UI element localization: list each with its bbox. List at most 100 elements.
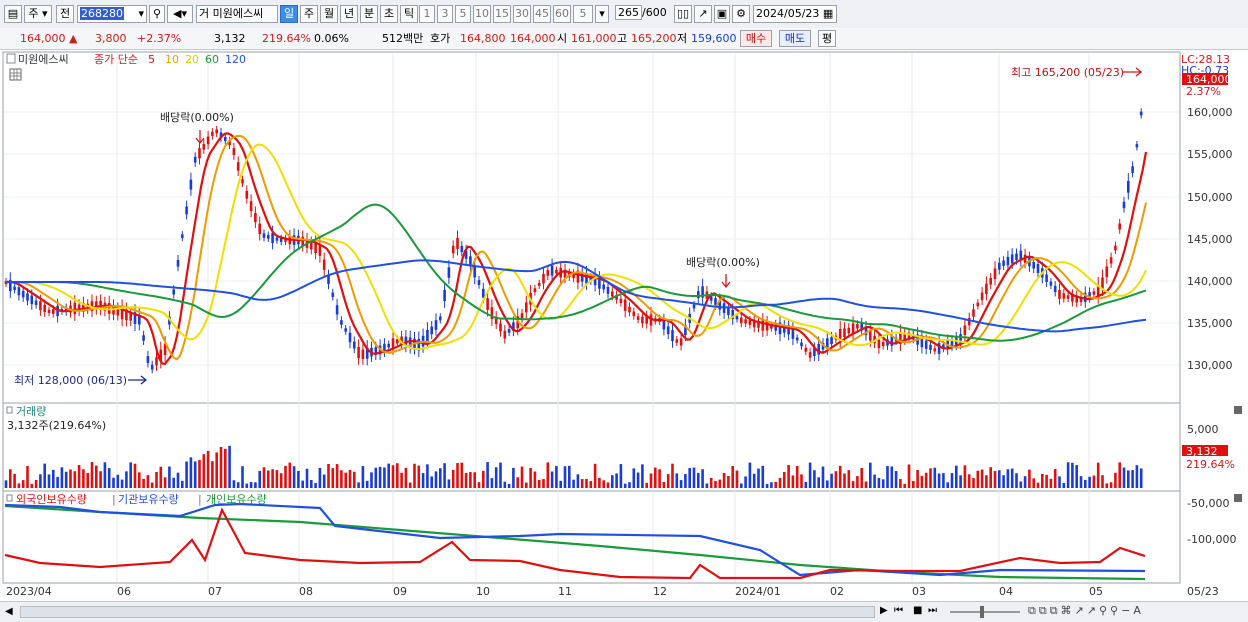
volume-bar xyxy=(542,479,545,488)
horizontal-scrollbar[interactable]: ◀ ▶ ⏮ ■ ⏭ ⧉⧉⧉⌘↗↗⚲⚲−A xyxy=(0,601,1248,622)
drawing-tool-icon[interactable]: ↗ xyxy=(694,5,712,23)
candle-body xyxy=(985,283,988,295)
candle-body xyxy=(602,284,605,290)
candle-body xyxy=(47,309,51,313)
date-input[interactable]: 2024/05/23 ▦ xyxy=(753,5,837,23)
scroll-first-icon[interactable]: ⏮ xyxy=(894,605,903,616)
volume-bar xyxy=(460,462,464,488)
search-icon[interactable]: ⚲ xyxy=(149,5,165,23)
interval-dropdown-icon[interactable]: ▾ xyxy=(595,5,609,23)
count-display[interactable]: 265/600 xyxy=(613,5,667,23)
candle-body xyxy=(232,148,236,156)
period-tick-tab[interactable]: 틱 xyxy=(400,5,418,23)
prev-button[interactable]: 전 xyxy=(56,5,74,23)
volume-bar xyxy=(202,454,206,488)
candle-body xyxy=(851,323,855,334)
interval-3-button[interactable]: 3 xyxy=(437,5,453,23)
scroll-left-icon[interactable]: ◀ xyxy=(5,606,13,617)
date-value: 2024/05/23 xyxy=(756,7,820,20)
volume-bar xyxy=(817,477,820,488)
period-month-tab[interactable]: 월 xyxy=(320,5,338,23)
candle-body xyxy=(507,329,511,333)
volume-bar xyxy=(469,472,472,488)
candle-body xyxy=(963,325,967,336)
scrollbar-track[interactable] xyxy=(20,606,875,618)
volume-legend-icon[interactable] xyxy=(6,406,13,414)
period-minute-tab[interactable]: 분 xyxy=(360,5,378,23)
volume-bar xyxy=(374,467,378,488)
zoom-slider[interactable] xyxy=(950,611,1020,613)
dividend-annotation-2: 배당락(0.00%) xyxy=(686,256,760,269)
volume-bar xyxy=(529,467,532,488)
settings-gear-icon[interactable]: ⚙ xyxy=(732,5,750,23)
x-label-08: 08 xyxy=(299,585,313,598)
chart-menu-icon[interactable]: ▤ xyxy=(4,5,22,23)
stock-code-input[interactable]: 268280 ▾ xyxy=(77,5,147,23)
volume-bar xyxy=(903,483,906,488)
grid-table-icon[interactable] xyxy=(9,68,22,81)
change-percent: +2.37% xyxy=(137,32,182,45)
volume-bar xyxy=(1036,482,1040,488)
volume-bar xyxy=(228,445,231,488)
candle-body xyxy=(1114,245,1117,251)
period-day-tab[interactable]: 일 xyxy=(280,5,298,23)
save-icon[interactable]: ▣ xyxy=(714,5,730,23)
chart-area[interactable]: 미원에스씨 종가 단순 5 10 20 60 120 LC:28.13 HC:-… xyxy=(0,50,1248,601)
period-type-select[interactable]: 주 ▾ xyxy=(24,5,52,23)
volume-bar xyxy=(598,477,601,488)
period-year-tab[interactable]: 년 xyxy=(340,5,358,23)
interval-10-button[interactable]: 10 xyxy=(473,5,491,23)
volume-bar xyxy=(740,483,743,488)
bottom-tool-icons[interactable]: ⧉⧉⧉⌘↗↗⚲⚲−A xyxy=(1028,604,1144,618)
interval-60-button[interactable]: 60 xyxy=(553,5,571,23)
holdings-panel-close-icon[interactable] xyxy=(1234,494,1242,502)
speaker-icon[interactable]: ◀▾ xyxy=(167,5,193,23)
candle-body xyxy=(224,137,227,142)
scroll-last-icon[interactable]: ⏭ xyxy=(928,605,937,616)
candle-type-icon[interactable]: ▯▯ xyxy=(674,5,692,23)
candle-body xyxy=(21,290,25,298)
zoom-slider-handle[interactable] xyxy=(980,606,984,618)
volume-bar xyxy=(288,462,292,488)
legend-ma-20: 20 xyxy=(185,53,199,66)
up-triangle-icon: ▲ xyxy=(69,32,78,45)
volume-bar xyxy=(1049,478,1053,488)
interval-45-button[interactable]: 45 xyxy=(533,5,551,23)
volume-bar xyxy=(679,480,683,488)
buy-button[interactable]: 매수 xyxy=(740,30,772,47)
legend-toggle-icon[interactable] xyxy=(6,53,16,64)
interval-input[interactable]: 5 xyxy=(573,5,593,23)
average-button[interactable]: 평 xyxy=(818,30,836,47)
legend-stock-name: 미원에스씨 xyxy=(18,53,69,66)
sell-button[interactable]: 매도 xyxy=(779,30,811,47)
volume-bar xyxy=(417,465,421,488)
stop-icon[interactable]: ■ xyxy=(913,605,922,616)
candle-body xyxy=(245,190,249,199)
volume-panel-close-icon[interactable] xyxy=(1234,406,1242,414)
interval-1-button[interactable]: 1 xyxy=(419,5,435,23)
ask-value: 164,000 xyxy=(510,32,556,45)
candle-body xyxy=(357,346,360,359)
volume-bar xyxy=(623,483,627,488)
candle-body xyxy=(1131,166,1134,173)
volume-bar xyxy=(666,474,670,488)
candle-body xyxy=(249,201,253,212)
volume-bar xyxy=(348,469,352,488)
candle-body xyxy=(30,295,34,305)
chart-canvas[interactable]: 미원에스씨 종가 단순 5 10 20 60 120 LC:28.13 HC:-… xyxy=(0,50,1248,601)
period-second-tab[interactable]: 초 xyxy=(380,5,398,23)
holdings-legend-icon[interactable] xyxy=(6,494,13,502)
holdings-institution-label: 기관보유수량 xyxy=(118,493,179,506)
interval-5-button[interactable]: 5 xyxy=(455,5,471,23)
price-panel-frame xyxy=(2,51,1181,404)
volume-bar xyxy=(129,462,132,488)
volume-bar xyxy=(241,466,244,488)
volume-bar xyxy=(503,481,507,488)
interval-30-button[interactable]: 30 xyxy=(513,5,531,23)
volume-bar xyxy=(795,465,799,488)
scroll-right-icon[interactable]: ▶ xyxy=(880,605,888,616)
volume-bar xyxy=(64,471,68,488)
interval-15-button[interactable]: 15 xyxy=(493,5,511,23)
period-week-tab[interactable]: 주 xyxy=(300,5,318,23)
candle-body xyxy=(469,256,472,266)
